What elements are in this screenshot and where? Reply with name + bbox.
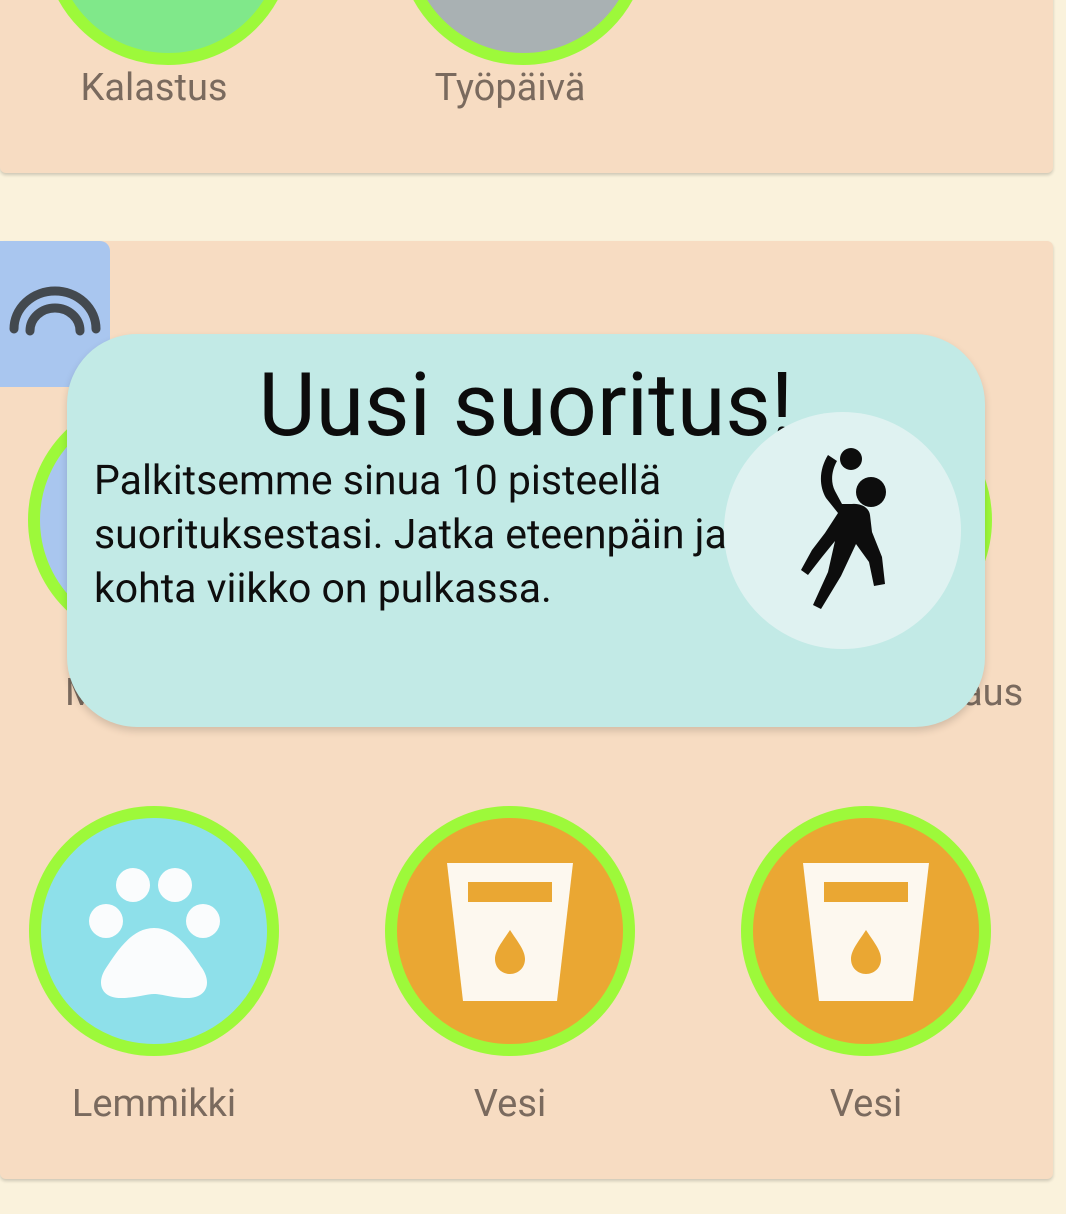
category-card-top: Kalastus Työpäivä bbox=[0, 0, 1053, 173]
category-label: Vesi bbox=[473, 1082, 547, 1126]
category-label: Vesi bbox=[829, 1082, 903, 1126]
category-label: Työpäivä bbox=[434, 66, 586, 110]
category-vesi-button[interactable] bbox=[385, 806, 635, 1056]
category-vesi-button[interactable] bbox=[741, 806, 991, 1056]
category-lemmikki-button[interactable] bbox=[29, 806, 279, 1056]
popup-message: Palkitsemme sinua 10 pisteellä suorituks… bbox=[94, 457, 727, 613]
water-glass-icon bbox=[447, 863, 573, 1001]
paw-icon bbox=[89, 868, 220, 998]
achievement-popup[interactable]: Uusi suoritus! Palkitsemme sinua 10 pist… bbox=[67, 334, 985, 727]
water-glass-icon bbox=[803, 863, 929, 1001]
category-kalastus-button[interactable] bbox=[43, 0, 293, 65]
category-label: Lemmikki bbox=[71, 1082, 237, 1126]
category-label: Kalastus bbox=[80, 66, 228, 110]
category-tyopaiva-button[interactable] bbox=[398, 0, 648, 65]
